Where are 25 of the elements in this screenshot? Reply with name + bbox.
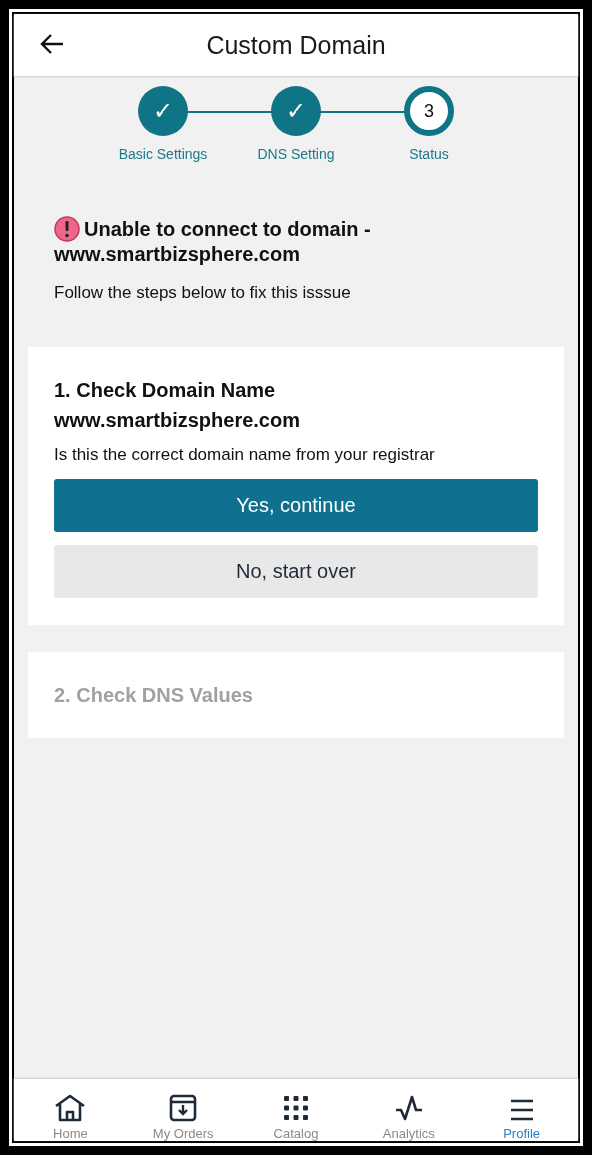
nav-tab[interactable]: Analytics — [352, 1079, 466, 1141]
download-box-icon — [168, 1093, 199, 1123]
nav-tab[interactable]: Profile — [465, 1079, 578, 1141]
completed-step: ✓ — [138, 86, 188, 136]
step-label: Basic Settings — [118, 146, 208, 162]
current-step: 3 — [404, 86, 454, 136]
completed-step: ✓ — [271, 86, 321, 136]
grid-icon — [281, 1093, 311, 1123]
nav-tab[interactable]: Home — [14, 1079, 127, 1141]
step-label: DNS Setting — [257, 146, 335, 162]
error-icon — [54, 216, 80, 242]
card-title: 2. Check DNS Values — [54, 683, 254, 708]
pulse-icon — [393, 1093, 424, 1123]
alert-title: Unable to connect to domain - — [84, 216, 371, 242]
nav-tab[interactable]: My Orders — [126, 1079, 240, 1141]
continue-button[interactable]: Yes, continue — [54, 479, 538, 532]
domain-name: www.smartbizsphere.com — [54, 408, 301, 433]
card-question: Is this the correct domain name from your registrar — [54, 445, 436, 465]
alert-domain: www.smartbizsphere.com — [54, 242, 301, 267]
alert-message: Follow the steps below to fix this isssue — [54, 283, 352, 303]
nav-tab[interactable]: Catalog — [239, 1079, 353, 1141]
start-over-button[interactable]: No, start over — [54, 545, 538, 598]
card-title: 1. Check Domain Name — [54, 378, 277, 403]
step-label: Status — [409, 146, 449, 162]
page-title: Custom Domain — [206, 30, 386, 60]
